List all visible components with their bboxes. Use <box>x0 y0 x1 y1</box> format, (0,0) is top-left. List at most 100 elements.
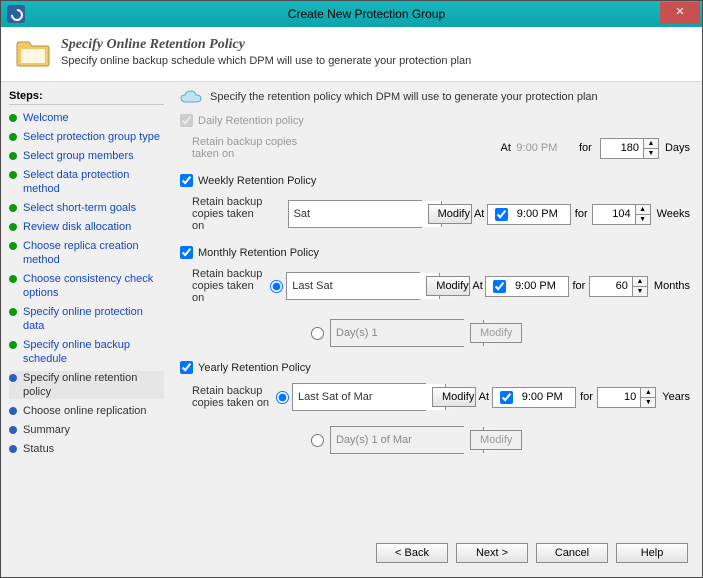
yearly-time-check[interactable] <box>500 391 513 404</box>
spinner-down[interactable]: ▼ <box>641 397 655 407</box>
yearly-title: Yearly Retention Policy <box>198 362 311 374</box>
monthly-opt1-value[interactable] <box>287 273 439 299</box>
step-12: Summary <box>9 423 164 437</box>
monthly-unit: Months <box>654 280 690 292</box>
next-button[interactable]: Next > <box>456 543 528 563</box>
step-label: Select group members <box>23 149 134 163</box>
yearly-checkbox[interactable] <box>180 361 193 374</box>
wizard-window: Create New Protection Group ✕ Specify On… <box>0 0 703 578</box>
weekly-checkbox-row[interactable]: Weekly Retention Policy <box>180 174 690 187</box>
step-2[interactable]: Select group members <box>9 149 164 163</box>
step-10: Specify online retention policy <box>9 371 164 399</box>
weekly-row: Retain backup copies taken on ˄˅ Modify … <box>192 196 690 232</box>
daily-value-spinner[interactable]: ▲▼ <box>600 138 659 159</box>
yearly-opt2-list[interactable]: ˄˅ <box>330 426 464 454</box>
step-bullet-icon <box>9 114 17 122</box>
weekly-schedule-value[interactable] <box>289 201 441 227</box>
step-label: Choose consistency check options <box>23 272 164 300</box>
yearly-time-value[interactable] <box>520 390 572 404</box>
monthly-time-check[interactable] <box>493 280 506 293</box>
yearly-opt1-list[interactable]: ˄˅ <box>292 383 426 411</box>
step-bullet-icon <box>9 171 17 179</box>
step-bullet-icon <box>9 374 17 382</box>
yearly-row-2: ˄˅ Modify <box>192 426 690 454</box>
step-bullet-icon <box>9 223 17 231</box>
weekly-time-check[interactable] <box>495 208 508 221</box>
weekly-checkbox[interactable] <box>180 174 193 187</box>
monthly-time-box[interactable] <box>485 276 569 297</box>
monthly-time-value[interactable] <box>513 279 565 293</box>
help-button[interactable]: Help <box>616 543 688 563</box>
back-button[interactable]: < Back <box>376 543 448 563</box>
spinner-up[interactable]: ▲ <box>633 277 647 286</box>
yearly-radio-1[interactable] <box>276 391 289 404</box>
for-label: for <box>569 280 589 292</box>
step-label: Select short-term goals <box>23 201 136 215</box>
step-13: Status <box>9 442 164 456</box>
spinner-down[interactable]: ▼ <box>636 214 650 224</box>
monthly-opt2-list[interactable]: ˄˅ <box>330 319 464 347</box>
step-4[interactable]: Select short-term goals <box>9 201 164 215</box>
yearly-time-box[interactable] <box>492 387 576 408</box>
daily-unit: Days <box>665 142 690 154</box>
yearly-opt1-value[interactable] <box>293 384 445 410</box>
weekly-schedule-list[interactable]: ˄˅ <box>288 200 422 228</box>
monthly-value-input[interactable] <box>590 277 632 296</box>
step-1[interactable]: Select protection group type <box>9 130 164 144</box>
yearly-retain-label: Retain backup copies taken on <box>192 385 271 409</box>
monthly-checkbox[interactable] <box>180 246 193 259</box>
daily-retain-label: Retain backup copies taken on <box>192 136 299 160</box>
spinner-down[interactable]: ▼ <box>644 148 658 158</box>
yearly-value-spinner[interactable]: ▲▼ <box>597 387 656 408</box>
daily-title: Daily Retention policy <box>198 115 304 127</box>
for-label: for <box>571 208 592 220</box>
monthly-opt1-list[interactable]: ˄˅ <box>286 272 420 300</box>
step-5[interactable]: Review disk allocation <box>9 220 164 234</box>
app-icon <box>7 5 25 23</box>
wizard-footer: < Back Next > Cancel Help <box>1 533 702 577</box>
step-bullet-icon <box>9 426 17 434</box>
page-title: Specify Online Retention Policy <box>61 37 471 53</box>
yearly-opt2-value[interactable] <box>331 427 483 453</box>
yearly-modify-1-button[interactable]: Modify <box>432 387 476 407</box>
step-bullet-icon <box>9 275 17 283</box>
monthly-value-spinner[interactable]: ▲▼ <box>589 276 648 297</box>
monthly-title: Monthly Retention Policy <box>198 247 319 259</box>
weekly-modify-button[interactable]: Modify <box>428 204 472 224</box>
spinner-up[interactable]: ▲ <box>644 139 658 148</box>
weekly-value-input[interactable] <box>593 205 635 224</box>
step-8[interactable]: Specify online protection data <box>9 305 164 333</box>
spinner-up[interactable]: ▲ <box>636 205 650 214</box>
spinner-down[interactable]: ▼ <box>633 286 647 296</box>
weekly-time-box[interactable] <box>487 204 571 225</box>
step-7[interactable]: Choose consistency check options <box>9 272 164 300</box>
cloud-icon <box>180 90 202 104</box>
yearly-unit: Years <box>662 391 690 403</box>
weekly-time-value[interactable] <box>515 207 567 221</box>
monthly-opt2-value[interactable] <box>331 320 483 346</box>
weekly-title: Weekly Retention Policy <box>198 175 316 187</box>
monthly-radio-1[interactable] <box>270 280 283 293</box>
weekly-value-spinner[interactable]: ▲▼ <box>592 204 651 225</box>
daily-value-input[interactable] <box>601 139 643 158</box>
close-button[interactable]: ✕ <box>660 2 700 24</box>
yearly-checkbox-row[interactable]: Yearly Retention Policy <box>180 361 690 374</box>
monthly-checkbox-row[interactable]: Monthly Retention Policy <box>180 246 690 259</box>
step-3[interactable]: Select data protection method <box>9 168 164 196</box>
yearly-value-input[interactable] <box>598 388 640 407</box>
spinner-up[interactable]: ▲ <box>641 388 655 397</box>
step-9[interactable]: Specify online backup schedule <box>9 338 164 366</box>
monthly-retain-label: Retain backup copies taken on <box>192 268 265 304</box>
monthly-radio-2[interactable] <box>311 327 324 340</box>
at-label: At <box>495 142 516 154</box>
daily-row: Retain backup copies taken on At 9:00 PM… <box>192 136 690 160</box>
step-bullet-icon <box>9 445 17 453</box>
step-0[interactable]: Welcome <box>9 111 164 125</box>
weekly-retain-label: Retain backup copies taken on <box>192 196 268 232</box>
yearly-radio-2[interactable] <box>311 434 324 447</box>
yearly-row-1: Retain backup copies taken on ˄˅ Modify … <box>192 383 690 411</box>
monthly-modify-1-button[interactable]: Modify <box>426 276 470 296</box>
step-label: Status <box>23 442 54 456</box>
step-6[interactable]: Choose replica creation method <box>9 239 164 267</box>
cancel-button[interactable]: Cancel <box>536 543 608 563</box>
